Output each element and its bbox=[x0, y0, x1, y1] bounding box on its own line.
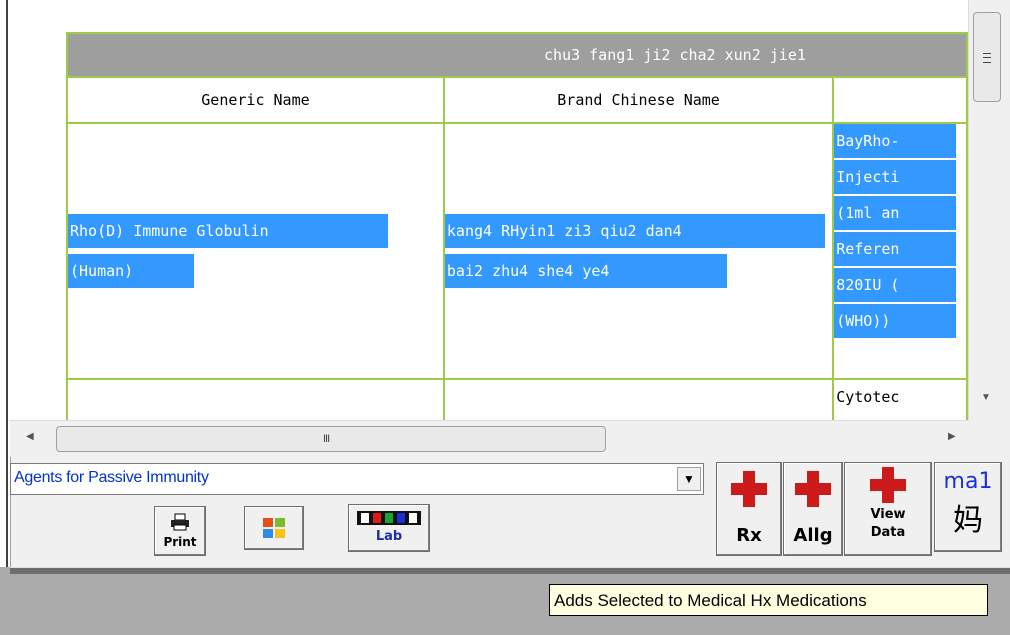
app-window: chu3 fang1 ji2 cha2 xun2 jie1 Generic Na… bbox=[0, 0, 1010, 567]
lab-button[interactable]: Lab bbox=[348, 504, 430, 552]
print-label: Print bbox=[163, 535, 197, 549]
detail-line: (1ml an bbox=[835, 196, 957, 230]
drug-grid-area: chu3 fang1 ji2 cha2 xun2 jie1 Generic Na… bbox=[10, 0, 968, 420]
allergy-button[interactable]: Allg bbox=[783, 462, 843, 556]
table-title: chu3 fang1 ji2 cha2 xun2 jie1 bbox=[66, 32, 968, 78]
generic-name-cell[interactable] bbox=[66, 378, 445, 420]
detail-line: (WHO)) bbox=[835, 304, 957, 338]
ime-pinyin-label: ma1 bbox=[943, 469, 993, 494]
table-title-row: chu3 fang1 ji2 cha2 xun2 jie1 bbox=[66, 32, 968, 78]
allg-label: Allg bbox=[793, 525, 833, 546]
lab-label: Lab bbox=[375, 529, 403, 544]
red-cross-icon bbox=[795, 471, 831, 507]
detail-cell[interactable]: BayRho- Injecti (1ml an Referen 820IU ( … bbox=[832, 122, 968, 380]
vertical-scrollbar[interactable]: ▼ bbox=[968, 0, 1003, 420]
brand-name-line: bai2 zhu4 she4 ye4 bbox=[445, 254, 727, 288]
drug-category-value: Agents for Passive Immunity bbox=[14, 469, 209, 486]
drug-table: chu3 fang1 ji2 cha2 xun2 jie1 Generic Na… bbox=[66, 32, 968, 420]
column-header-generic[interactable]: Generic Name bbox=[66, 76, 445, 124]
scroll-left-arrow-icon[interactable]: ◀ bbox=[26, 431, 34, 442]
brand-name-cell[interactable] bbox=[442, 378, 835, 420]
windows-button[interactable] bbox=[244, 506, 304, 550]
horizontal-scroll-thumb[interactable]: III bbox=[56, 426, 606, 452]
detail-line: Referen bbox=[835, 232, 957, 266]
brand-name-line: kang4 RHyin1 zi3 qiu2 dan4 bbox=[445, 214, 825, 248]
ime-button[interactable]: ma1 妈 bbox=[934, 462, 1002, 552]
rx-label: Rx bbox=[736, 525, 762, 546]
status-separator bbox=[10, 567, 1010, 574]
generic-name-line: (Human) bbox=[68, 254, 194, 288]
detail-line: BayRho- bbox=[835, 125, 957, 158]
detail-cell[interactable]: Cytotec bbox=[832, 378, 968, 420]
test-tubes-icon bbox=[357, 511, 421, 525]
detail-line: Injecti bbox=[835, 160, 957, 194]
scroll-down-arrow-icon[interactable]: ▼ bbox=[981, 392, 991, 403]
tooltip: Adds Selected to Medical Hx Medications bbox=[549, 584, 988, 616]
print-button[interactable]: Print bbox=[154, 506, 206, 556]
detail-line: 820IU ( bbox=[835, 268, 957, 302]
data-label: Data bbox=[870, 525, 906, 540]
red-cross-icon bbox=[870, 467, 906, 503]
drug-category-select[interactable]: Agents for Passive Immunity ▼ bbox=[10, 463, 704, 495]
vertical-scroll-thumb[interactable] bbox=[973, 12, 1001, 102]
view-data-button[interactable]: View Data bbox=[844, 462, 932, 556]
detail-line: Cytotec bbox=[836, 388, 900, 406]
horizontal-scrollbar[interactable]: ◀ III ▶ bbox=[10, 420, 968, 457]
header-row: Generic Name Brand Chinese Name bbox=[66, 76, 968, 124]
column-header-3[interactable] bbox=[832, 76, 968, 124]
table-row[interactable]: Rho(D) Immune Globulin (Human) kang4 RHy… bbox=[66, 122, 968, 380]
column-header-brand[interactable]: Brand Chinese Name bbox=[442, 76, 835, 124]
printer-icon bbox=[171, 513, 189, 531]
chevron-down-icon[interactable]: ▼ bbox=[677, 467, 701, 491]
grip-icon bbox=[983, 53, 991, 63]
view-label: View bbox=[870, 507, 906, 522]
generic-name-cell[interactable]: Rho(D) Immune Globulin (Human) bbox=[66, 122, 445, 380]
grip-icon: III bbox=[323, 433, 330, 445]
red-cross-icon bbox=[731, 471, 767, 507]
ime-char-label: 妈 bbox=[953, 503, 983, 538]
windows-logo-icon bbox=[263, 518, 285, 538]
brand-name-cell[interactable]: kang4 RHyin1 zi3 qiu2 dan4 bai2 zhu4 she… bbox=[442, 122, 835, 380]
rx-button[interactable]: Rx bbox=[716, 462, 782, 556]
scrollbar-corner bbox=[968, 420, 1002, 456]
table-row[interactable]: Cytotec bbox=[66, 378, 968, 420]
generic-name-line: Rho(D) Immune Globulin bbox=[68, 214, 388, 248]
scroll-right-arrow-icon[interactable]: ▶ bbox=[948, 431, 956, 442]
